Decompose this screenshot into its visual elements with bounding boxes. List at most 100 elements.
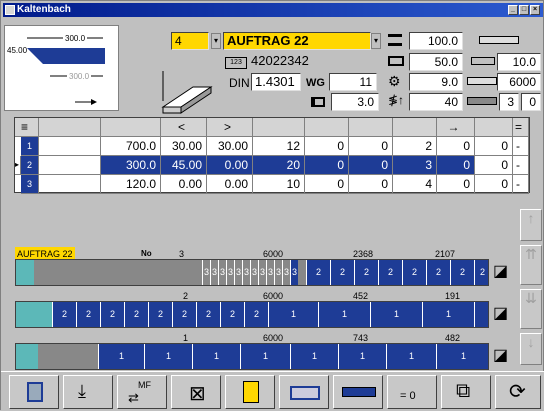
row-number: 3 <box>21 175 39 194</box>
angle2-cell[interactable]: 30.00 <box>207 137 253 156</box>
qty-cell[interactable]: 10 <box>253 175 305 194</box>
maximize-button[interactable]: □ <box>519 5 529 15</box>
col9-cell[interactable]: 0 <box>475 156 513 175</box>
col6-cell[interactable]: 0 <box>349 137 393 156</box>
bar-2[interactable]: 2 2 2 2 2 2 2 2 2 1 1 1 1 <box>15 301 489 328</box>
length-cell[interactable]: 700.0 <box>101 137 161 156</box>
copy-button[interactable]: ⧉ <box>441 375 491 409</box>
copy-icon: ⧉ <box>456 380 471 402</box>
col-menu-header[interactable]: ≡ <box>15 118 39 137</box>
segment-2: 2 <box>220 302 244 327</box>
col8-cell[interactable]: 0 <box>437 137 475 156</box>
angle1-cell[interactable]: 30.00 <box>161 137 207 156</box>
value-10-input[interactable]: 10.0 <box>497 53 541 71</box>
col9-cell[interactable]: 0 <box>475 137 513 156</box>
saw-icon[interactable]: ◪ <box>493 303 517 325</box>
col7-cell[interactable]: 4 <box>393 175 437 194</box>
length-cell[interactable]: 300.0 <box>101 156 161 175</box>
col5-cell[interactable]: 0 <box>305 175 349 194</box>
saw-icon[interactable]: ◪ <box>493 261 517 283</box>
page-down-button[interactable]: ⇊ <box>520 289 542 329</box>
col6-cell[interactable]: 0 <box>349 156 393 175</box>
col-5-header <box>305 118 349 137</box>
position-input[interactable]: 4 <box>171 32 209 50</box>
col-angle1-header: < <box>161 118 207 137</box>
close-button[interactable]: × <box>530 5 540 15</box>
col6-cell[interactable]: 0 <box>349 175 393 194</box>
material-input[interactable]: 1.4301 <box>251 73 301 91</box>
qty-cell[interactable]: 12 <box>253 137 305 156</box>
segment-3: 3 <box>282 260 290 285</box>
col7-cell[interactable]: 2 <box>393 137 437 156</box>
col9-cell[interactable]: 0 <box>475 175 513 194</box>
segment-2: 2 <box>474 260 488 285</box>
table-row-selected[interactable]: ▸ 2 300.0 45.00 0.00 20 0 0 3 0 0 - <box>15 156 529 175</box>
col-length-header <box>101 118 161 137</box>
table-row[interactable]: 3 120.0 0.00 0.00 10 0 0 4 0 0 - <box>15 175 529 194</box>
segment-1: 1 <box>268 302 318 327</box>
keyboard-button[interactable] <box>279 375 329 409</box>
col7-cell[interactable]: 3 <box>393 156 437 175</box>
angle1-cell[interactable]: 0.00 <box>161 175 207 194</box>
stock-button[interactable] <box>333 375 383 409</box>
profile-shape-icon <box>27 37 105 105</box>
reset-button[interactable]: = 0 <box>387 375 437 409</box>
segment-1: 1 <box>318 302 370 327</box>
order-name-input[interactable]: AUFTRAG 22 <box>223 32 371 50</box>
value-6000-input[interactable]: 6000 <box>497 73 541 91</box>
scroll-down-button[interactable]: ↓ <box>520 333 542 365</box>
value-50-input[interactable]: 50.0 <box>409 53 463 71</box>
value-3-input[interactable]: 3.0 <box>331 93 379 111</box>
delete-button[interactable]: ⊠ <box>171 375 221 409</box>
value-3b-input[interactable]: 3 <box>499 93 519 111</box>
print-icon <box>27 382 43 402</box>
angle2-cell[interactable]: 0.00 <box>207 175 253 194</box>
cut-button[interactable]: ⤓ <box>63 375 113 409</box>
qty-cell[interactable]: 20 <box>253 156 305 175</box>
mf-swap-icon: ⇄ <box>128 390 139 405</box>
col10-cell[interactable]: - <box>513 175 529 194</box>
mf-button[interactable]: MF ⇄ <box>117 375 167 409</box>
col5-cell[interactable]: 0 <box>305 137 349 156</box>
segment-3: 3 <box>202 260 210 285</box>
scroll-up-button[interactable]: ↑ <box>520 209 542 241</box>
segment-2: 2 <box>354 260 378 285</box>
col10-cell[interactable]: - <box>513 156 529 175</box>
segment-2: 2 <box>378 260 402 285</box>
col-angle2-header: > <box>207 118 253 137</box>
angle1-cell[interactable]: 45.00 <box>161 156 207 175</box>
order-dropdown-icon[interactable]: ▾ <box>371 33 381 49</box>
wg-input[interactable]: 11 <box>329 73 377 91</box>
table-row[interactable]: 1 700.0 30.00 30.00 12 0 0 2 0 0 - <box>15 137 529 156</box>
stack-icon: ≸↑ <box>388 93 405 107</box>
value-40-input[interactable]: 40 <box>409 93 463 111</box>
length-cell[interactable]: 120.0 <box>101 175 161 194</box>
value-100-input[interactable]: 100.0 <box>409 32 463 50</box>
value-9-input[interactable]: 9.0 <box>409 73 463 91</box>
rotation-icon: ⚙ <box>388 73 401 89</box>
col10-cell[interactable]: - <box>513 137 529 156</box>
col8-cell[interactable]: 0 <box>437 175 475 194</box>
segment-1: 1 <box>98 344 144 369</box>
offset-icon <box>471 57 495 65</box>
profile-preview-panel: 300.0 45.00 300.0 <box>4 25 119 111</box>
print-button[interactable] <box>9 375 59 409</box>
bar-3[interactable]: 1 1 1 1 1 1 1 1 <box>15 343 489 370</box>
angle2-cell[interactable]: 0.00 <box>207 156 253 175</box>
value-0-input[interactable]: 0 <box>521 93 541 111</box>
parts-table: ≡ < > → = 1 700.0 30.00 30.00 12 0 0 2 0… <box>14 117 530 194</box>
bar-1[interactable]: 3 3 3 3 3 3 3 3 3 3 3 3 2 2 2 2 2 2 2 2 <box>15 259 489 286</box>
segment-3: 3 <box>290 260 298 285</box>
saw-icon[interactable]: ◪ <box>493 345 517 367</box>
document-button[interactable] <box>225 375 275 409</box>
row-type-cell <box>39 137 101 156</box>
app-icon <box>5 5 15 15</box>
col8-cell[interactable]: 0 <box>437 156 475 175</box>
col5-cell[interactable]: 0 <box>305 156 349 175</box>
refresh-button[interactable]: ⟳ <box>495 375 541 409</box>
minimize-button[interactable]: _ <box>508 5 518 15</box>
dim-bottom-label: 300.0 <box>67 70 92 84</box>
page-up-button[interactable]: ⇈ <box>520 245 542 285</box>
position-dropdown-icon[interactable]: ▾ <box>211 33 221 49</box>
segment-2: 2 <box>330 260 354 285</box>
